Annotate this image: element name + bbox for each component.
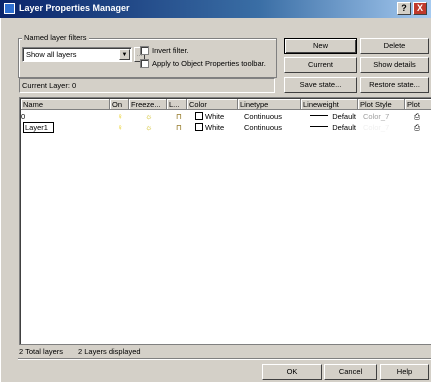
show-details-button[interactable]: Show details (360, 57, 429, 73)
layer-color[interactable]: White (195, 123, 224, 133)
save-state-button[interactable]: Save state... (284, 77, 357, 93)
unlock-icon[interactable]: ⊓ (176, 123, 182, 133)
close-icon[interactable]: X (413, 2, 427, 15)
invert-filter-label: Invert filter. (152, 46, 189, 55)
column-header-plot[interactable]: Plot (405, 99, 431, 110)
layer-lineweight[interactable]: Default (306, 112, 356, 122)
column-header-on[interactable]: On (110, 99, 129, 110)
ok-button[interactable]: OK (262, 364, 322, 380)
layer-table[interactable]: Name On Freeze... L... Color Linetype Li… (19, 97, 431, 345)
title-bar[interactable]: Layer Properties Manager ? X (0, 0, 431, 18)
layer-name-input[interactable]: Layer1 (23, 122, 54, 133)
table-row[interactable]: Layer1 ♀ ☼ ⊓ White Continuous Default Co… (21, 122, 431, 133)
color-swatch (195, 123, 203, 131)
printer-icon[interactable]: ⎙ (414, 123, 420, 133)
window-title: Layer Properties Manager (19, 3, 130, 13)
new-button[interactable]: New (284, 38, 357, 54)
column-header-linetype[interactable]: Linetype (238, 99, 301, 110)
lightbulb-on-icon[interactable]: ♀ (117, 123, 123, 133)
cancel-button[interactable]: Cancel (324, 364, 377, 380)
layer-plot-style: Color_7 (363, 112, 390, 121)
apply-toolbar-label: Apply to Object Properties toolbar. (152, 59, 266, 68)
chevron-down-icon[interactable]: ▼ (119, 49, 130, 60)
layer-linetype[interactable]: Continuous (244, 112, 282, 122)
delete-button[interactable]: Delete (360, 38, 429, 54)
lightbulb-on-icon[interactable]: ♀ (117, 112, 123, 122)
status-displayed: 2 Layers displayed (78, 347, 141, 356)
column-header-plot-style[interactable]: Plot Style (358, 99, 405, 110)
sun-thaw-icon[interactable]: ☼ (145, 123, 152, 133)
layer-filter-value: Show all layers (26, 50, 77, 59)
divider (18, 358, 431, 360)
column-header-lineweight[interactable]: Lineweight (301, 99, 358, 110)
unlock-icon[interactable]: ⊓ (176, 112, 182, 122)
sun-thaw-icon[interactable]: ☼ (145, 112, 152, 122)
current-button[interactable]: Current (284, 57, 357, 73)
table-row[interactable]: 0 ♀ ☼ ⊓ White Continuous Default Color_7… (21, 112, 431, 122)
column-header-color[interactable]: Color (187, 99, 238, 110)
invert-filter-checkbox[interactable] (140, 46, 149, 55)
help-button[interactable]: Help (380, 364, 429, 380)
layer-linetype[interactable]: Continuous (244, 123, 282, 133)
color-swatch (195, 112, 203, 120)
status-total: 2 Total layers (19, 347, 64, 356)
filters-group-label: Named layer filters (22, 33, 89, 42)
app-icon (4, 3, 15, 14)
layer-lineweight[interactable]: Default (306, 123, 356, 133)
column-header-name[interactable]: Name (21, 99, 110, 110)
column-header-freeze[interactable]: Freeze... (129, 99, 167, 110)
printer-icon[interactable]: ⎙ (414, 112, 420, 122)
current-layer-display: Current Layer: 0 (19, 78, 275, 93)
layer-plot-style: Color_7 (363, 123, 390, 132)
layer-name: 0 (21, 112, 26, 121)
restore-state-button[interactable]: Restore state... (360, 77, 429, 93)
layer-filter-combo[interactable]: Show all layers ▼ (22, 47, 132, 62)
help-icon[interactable]: ? (397, 2, 411, 15)
apply-toolbar-checkbox[interactable] (140, 59, 149, 68)
layer-color[interactable]: White (195, 112, 224, 122)
column-header-lock[interactable]: L... (167, 99, 187, 110)
